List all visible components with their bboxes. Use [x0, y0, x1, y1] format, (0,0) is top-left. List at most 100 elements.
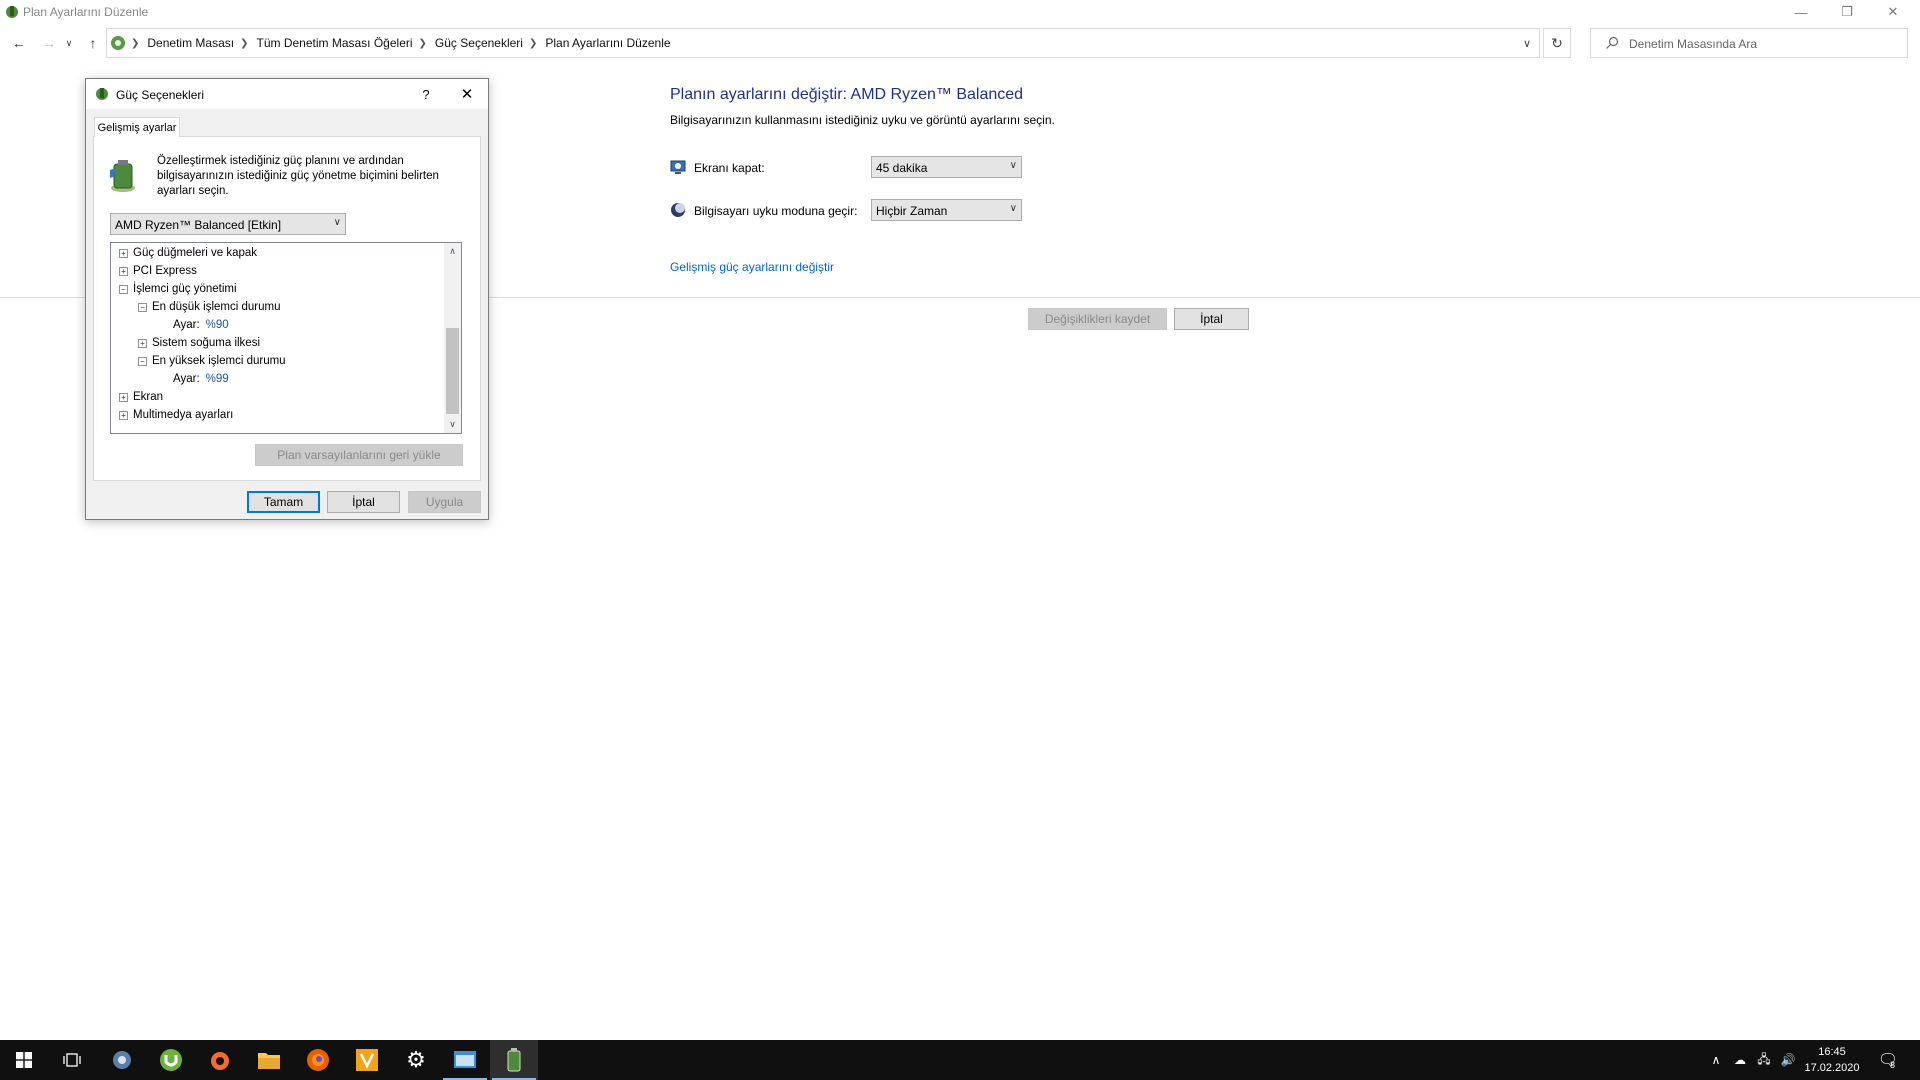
expand-icon[interactable]: + [119, 266, 128, 276]
plan-select[interactable]: AMD Ryzen™ Balanced [Etkin] ∨ [110, 213, 346, 235]
expand-icon[interactable]: + [119, 392, 128, 402]
tree-scrollbar[interactable]: ∧ ∨ [444, 243, 461, 433]
clock[interactable]: 16:45 17.02.2020 [1802, 1044, 1862, 1076]
up-button[interactable]: ↑ [82, 32, 104, 54]
show-hidden-icons-button[interactable]: ∧ [1706, 1040, 1726, 1080]
collapse-icon[interactable]: − [138, 356, 147, 366]
tree-item-label: En yüksek işlemci durumu [152, 355, 286, 367]
chevron-right-icon: ❯ [131, 37, 140, 49]
tree-item-power-buttons[interactable]: + Güç düğmeleri ve kapak [119, 244, 257, 262]
vegas-icon [356, 1049, 378, 1071]
settings-tree[interactable]: + Güç düğmeleri ve kapak + PCI Express −… [110, 242, 462, 434]
breadcrumb-item-power-options[interactable]: Güç Seçenekleri [435, 36, 523, 50]
search-icon [1606, 36, 1619, 49]
tree-item-label: Ekran [133, 391, 164, 403]
forward-button[interactable]: → [38, 32, 60, 54]
expand-icon[interactable]: + [138, 338, 147, 348]
control-panel-window-icon [454, 1051, 476, 1068]
taskbar-app-file-explorer[interactable] [245, 1040, 293, 1080]
notification-icon: 🗨 [1877, 1052, 1899, 1069]
tree-item-min-setting[interactable]: Ayar: %90 [173, 316, 229, 334]
scroll-down-button[interactable]: ∨ [444, 416, 461, 433]
tree-item-multimedia[interactable]: + Multimedya ayarları [119, 406, 233, 424]
help-button[interactable]: ? [414, 83, 438, 105]
breadcrumb-item-control-panel[interactable]: Denetim Masası [147, 36, 234, 50]
taskbar-app-settings[interactable]: ⚙ [392, 1040, 440, 1080]
control-panel-icon [111, 36, 125, 50]
tree-item-label: Sistem soğuma ilkesi [152, 337, 261, 349]
arrow-left-icon: ← [12, 35, 26, 51]
close-window-button[interactable]: ✕ [1870, 0, 1916, 24]
collapse-icon[interactable]: − [119, 284, 128, 294]
taskbar-app-control-panel[interactable] [441, 1040, 489, 1080]
breadcrumb: ❯ Denetim Masası ❯ Tüm Denetim Masası Öğ… [131, 36, 671, 50]
tree-item-label: PCI Express [133, 265, 197, 277]
recent-locations-button[interactable]: ∨ [62, 32, 76, 54]
search-input[interactable] [1629, 35, 1899, 53]
dialog-cancel-button[interactable]: İptal [327, 491, 400, 513]
expand-icon[interactable]: + [119, 248, 128, 258]
back-button[interactable]: ← [8, 32, 30, 54]
restore-defaults-button[interactable]: Plan varsayılanlarını geri yükle [255, 444, 463, 466]
breadcrumb-item-edit-plan[interactable]: Plan Ayarlarını Düzenle [545, 36, 670, 50]
intro-text: Özelleştirmek istediğiniz güç planını ve… [157, 155, 439, 197]
tree-item-max-processor[interactable]: − En yüksek işlemci durumu [138, 352, 286, 370]
clock-time: 16:45 [1818, 1046, 1846, 1058]
restore-button[interactable]: ❐ [1824, 0, 1870, 24]
address-dropdown-button[interactable]: ∨ [1515, 29, 1539, 57]
refresh-button[interactable]: ↻ [1543, 28, 1571, 58]
volume-button[interactable]: 🔊 [1776, 1040, 1800, 1080]
action-center-button[interactable]: 🗨 8 [1868, 1040, 1908, 1080]
dialog-close-button[interactable]: ✕ [452, 83, 482, 105]
plan-select-value: AMD Ryzen™ Balanced [Etkin] [115, 218, 282, 232]
taskbar-app-origin[interactable] [196, 1040, 244, 1080]
chevron-right-icon[interactable]: ❯ [419, 38, 427, 49]
taskbar-app-vegas[interactable] [343, 1040, 391, 1080]
tree-item-processor-power[interactable]: − İşlemci güç yönetimi [119, 280, 237, 298]
power-options-icon [96, 88, 108, 100]
display-off-select[interactable]: 45 dakika ∨ [871, 156, 1022, 178]
expand-icon[interactable]: + [119, 410, 128, 420]
scroll-up-button[interactable]: ∧ [444, 243, 461, 260]
sleep-label: Bilgisayarı uyku moduna geçir: [694, 204, 858, 218]
network-button[interactable]: 🖧 [1752, 1040, 1776, 1080]
start-button[interactable] [0, 1040, 48, 1080]
tree-item-display[interactable]: + Ekran [119, 388, 163, 406]
address-bar[interactable]: ❯ Denetim Masası ❯ Tüm Denetim Masası Öğ… [106, 28, 1540, 58]
page-title: Planın ayarlarını değiştir: AMD Ryzen™ B… [670, 86, 1024, 103]
minimize-button[interactable]: — [1778, 0, 1824, 24]
breadcrumb-item-all-items[interactable]: Tüm Denetim Masası Öğeleri [256, 36, 412, 50]
cancel-button[interactable]: İptal [1174, 308, 1249, 330]
min-processor-value[interactable]: %90 [206, 319, 229, 331]
onedrive-button[interactable]: ☁ [1728, 1040, 1752, 1080]
chevron-right-icon[interactable]: ❯ [240, 38, 248, 49]
windows-icon [16, 1052, 32, 1068]
tree-item-max-setting[interactable]: Ayar: %99 [173, 370, 229, 388]
chevron-down-icon: ∨ [1522, 37, 1532, 50]
taskbar-app-utorrent[interactable] [147, 1040, 195, 1080]
taskbar-app-firefox[interactable] [294, 1040, 342, 1080]
refresh-icon: ↻ [1551, 34, 1563, 51]
power-options-icon [6, 6, 18, 18]
tree-item-min-processor[interactable]: − En düşük işlemci durumu [138, 298, 280, 316]
scroll-thumb[interactable] [446, 328, 459, 414]
tree-item-pci-express[interactable]: + PCI Express [119, 262, 197, 280]
tree-item-cooling-policy[interactable]: + Sistem soğuma ilkesi [138, 334, 260, 352]
chevron-right-icon[interactable]: ❯ [529, 38, 537, 49]
taskbar-app-settings-tool[interactable] [98, 1040, 146, 1080]
apply-button[interactable]: Uygula [408, 491, 481, 513]
sleep-value: Hiçbir Zaman [876, 204, 948, 218]
collapse-icon[interactable]: − [138, 302, 147, 312]
max-processor-value[interactable]: %99 [206, 373, 229, 385]
tab-advanced-settings[interactable]: Gelişmiş ayarlar [94, 117, 180, 137]
ok-button[interactable]: Tamam [247, 491, 320, 513]
taskbar-app-power-options[interactable] [490, 1040, 538, 1080]
advanced-settings-link[interactable]: Gelişmiş güç ayarlarını değiştir [670, 260, 834, 274]
task-view-button[interactable] [48, 1040, 96, 1080]
notification-count: 8 [1890, 1060, 1896, 1070]
cloud-icon: ☁ [1734, 1053, 1746, 1067]
sleep-select[interactable]: Hiçbir Zaman ∨ [871, 199, 1022, 221]
save-changes-button[interactable]: Değişiklikleri kaydet [1028, 308, 1167, 330]
window-title: Plan Ayarlarını Düzenle [23, 5, 149, 19]
search-box[interactable] [1590, 28, 1908, 58]
